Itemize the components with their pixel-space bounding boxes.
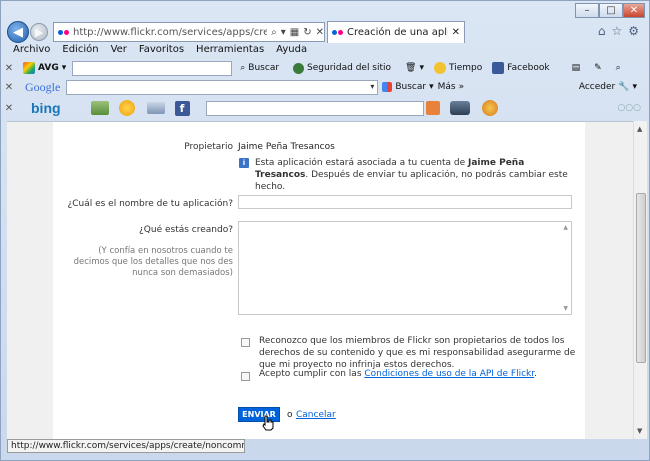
calculator-icon[interactable]: ▤ (572, 63, 581, 73)
bing-search-input[interactable] (205, 100, 424, 116)
money-icon[interactable] (90, 101, 109, 115)
home-icon[interactable]: ⌂ (598, 24, 606, 38)
mail-icon[interactable] (146, 102, 165, 114)
tab-title: Creación de una aplicación... (347, 27, 448, 38)
close-toolbar-icon[interactable]: ✕ (1, 82, 17, 93)
status-bar: http://www.flickr.com/services/apps/crea… (7, 439, 245, 453)
app-name-label: ¿Cuál es el nombre de tu aplicación? (67, 199, 233, 209)
security-shield-icon (293, 62, 305, 74)
tab-flickr[interactable]: Creación de una aplicación... ✕ (327, 21, 465, 43)
avg-search-button: Buscar (248, 63, 280, 73)
what-creating-textarea[interactable]: ▲ ▼ (238, 221, 572, 315)
search-icon[interactable]: ⌕ (271, 27, 277, 38)
google-search-button: Buscar (395, 82, 427, 92)
site-security-button: Seguridad del sitio (307, 63, 392, 73)
what-creating-hint: (Y confía en nosotros cuando te decimos … (73, 246, 233, 278)
menu-ayuda[interactable]: Ayuda (276, 44, 307, 57)
search-web-icon[interactable]: ⌕ (616, 63, 621, 73)
address-bar[interactable]: http://www.flickr.com/services/apps/crea… (53, 22, 325, 42)
create-app-form: Propietario Jaime Peña Tresancos i Esta … (53, 122, 585, 439)
scroll-down-icon[interactable]: ▼ (637, 427, 642, 435)
dropdown-arrow-icon[interactable]: ▾ (281, 27, 286, 38)
close-window-icon[interactable]: ✕ (623, 3, 645, 18)
avg-logo-icon (23, 62, 35, 74)
minimize-icon[interactable]: – (575, 3, 599, 18)
cancel-link[interactable]: Cancelar (296, 410, 336, 420)
maximize-icon[interactable]: □ (599, 3, 623, 18)
ownership-notice: Esta aplicación estará asociada a tu cue… (255, 158, 568, 192)
wrench-icon: 🔧 (618, 82, 630, 92)
more-options-icon[interactable]: ○○○ (617, 103, 641, 113)
tab-close-icon[interactable]: ✕ (452, 27, 460, 38)
google-search-icon (382, 82, 393, 92)
refresh-icon[interactable]: ↻ (303, 27, 311, 38)
gear-icon[interactable]: ⚙ (628, 24, 639, 38)
rights-checkbox[interactable] (241, 338, 250, 347)
page-scrollbar[interactable]: ▲ ▼ (633, 121, 647, 439)
scroll-up-icon[interactable]: ▲ (563, 224, 568, 231)
owner-label: Propietario (184, 142, 233, 152)
terms-text: Acepto cumplir con las Condiciones de us… (259, 369, 537, 379)
bing-toolbar: ✕ bing f ○○○ (1, 97, 649, 119)
google-toolbar: ✕ Google ▾ Buscar ▾ Más » Acceder 🔧 ▾ (1, 77, 649, 97)
bing-search-icon[interactable] (425, 101, 440, 115)
app-name-input[interactable] (238, 195, 572, 209)
google-logo: Google (25, 79, 61, 94)
hand-cursor-icon (262, 415, 274, 431)
avg-search-input[interactable] (72, 60, 233, 76)
more-button: Más (437, 82, 456, 92)
browser-window: – □ ✕ ◀ ▶ http://www.flickr.com/services… (0, 0, 650, 461)
close-toolbar-icon[interactable]: ✕ (1, 103, 17, 114)
close-toolbar-icon[interactable]: ✕ (1, 63, 17, 74)
facebook-button: Facebook (507, 63, 550, 73)
address-url: http://www.flickr.com/services/apps/crea… (73, 26, 268, 38)
translate-icon[interactable] (481, 100, 498, 116)
page-viewport: Propietario Jaime Peña Tresancos i Esta … (7, 121, 633, 439)
window-controls: – □ ✕ (575, 3, 645, 18)
weather-icon (434, 62, 447, 74)
favorites-star-icon[interactable]: ☆ (611, 24, 622, 38)
facebook-icon (492, 62, 505, 74)
what-creating-label: ¿Qué estás creando? (139, 225, 233, 235)
search-icon: ⌕ (240, 63, 246, 73)
back-button[interactable]: ◀ (7, 21, 29, 43)
menu-archivo[interactable]: Archivo (13, 44, 50, 57)
or-text: o (287, 410, 293, 420)
notepad-icon[interactable]: ✎ (594, 63, 602, 73)
scrollbar-thumb[interactable] (636, 193, 646, 363)
trash-icon: 🗑 (405, 63, 417, 73)
stop-icon[interactable]: ✕ (316, 27, 324, 38)
google-search-input[interactable]: ▾ (66, 79, 379, 95)
rights-text: Reconozco que los miembros de Flickr son… (259, 336, 576, 370)
dropdown-arrow-icon: ▾ (61, 63, 67, 73)
info-icon: i (239, 158, 249, 168)
avg-brand: AVG (38, 63, 59, 73)
facebook-icon[interactable]: f (174, 100, 190, 116)
menu-edicion[interactable]: Edición (62, 44, 98, 57)
scroll-down-icon[interactable]: ▼ (563, 305, 568, 312)
terms-link[interactable]: Condiciones de uso de la API de Flickr (364, 369, 534, 379)
sun-icon[interactable] (118, 100, 135, 116)
video-icon[interactable] (449, 101, 470, 115)
navigation-bar: ◀ ▶ http://www.flickr.com/services/apps/… (5, 21, 645, 43)
bing-logo: bing (31, 100, 61, 116)
menu-ver[interactable]: Ver (111, 44, 127, 57)
avg-toolbar: ✕ AVG ▾ ⌕ Buscar Seguridad del sitio 🗑 ▾… (1, 58, 649, 78)
scroll-up-icon[interactable]: ▲ (637, 125, 642, 133)
owner-value: Jaime Peña Tresancos (238, 142, 335, 152)
menu-herramientas[interactable]: Herramientas (196, 44, 264, 57)
terms-checkbox[interactable] (241, 372, 250, 381)
chevron-right-icon: » (458, 82, 465, 92)
flickr-tab-icon (332, 30, 343, 35)
menu-favoritos[interactable]: Favoritos (139, 44, 184, 57)
menu-bar: Archivo Edición Ver Favoritos Herramient… (1, 44, 649, 57)
weather-button: Tiempo (449, 63, 483, 73)
forward-button[interactable]: ▶ (30, 23, 48, 41)
compat-view-icon[interactable]: ▦ (290, 27, 299, 38)
dropdown-arrow-icon: ▾ (419, 63, 425, 73)
signin-button: Acceder (578, 82, 616, 92)
flickr-favicon-icon (58, 29, 69, 35)
